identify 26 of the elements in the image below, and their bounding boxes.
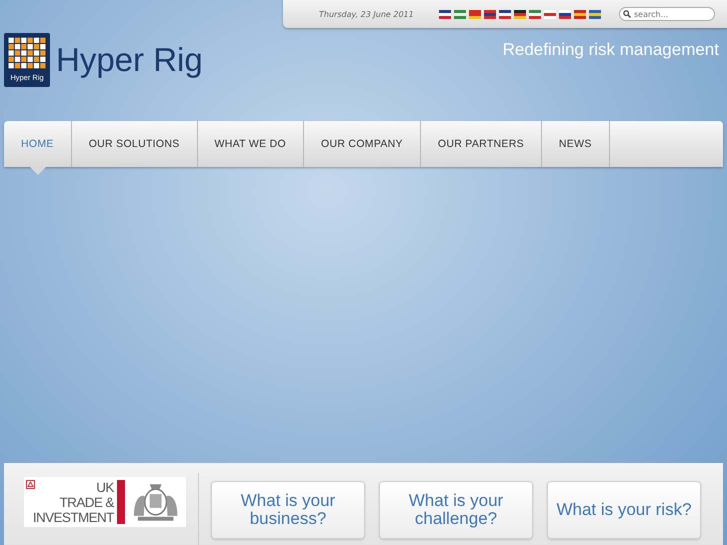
date-text: Thursday, 23 June 2011 — [319, 10, 415, 18]
flag-icon[interactable] — [439, 10, 451, 18]
question-card[interactable]: What is your business? — [211, 481, 365, 539]
nav-tab[interactable]: NEWS — [542, 121, 610, 167]
nav-tab[interactable]: OUR SOLUTIONS — [72, 121, 198, 167]
question-card[interactable]: What is your risk? — [547, 481, 701, 539]
pdf-icon — [26, 480, 35, 489]
tagline: Redefining risk management — [502, 40, 719, 60]
flag-icon[interactable] — [514, 10, 526, 18]
flag-icon[interactable] — [499, 10, 511, 18]
search-icon — [623, 10, 631, 18]
question-card[interactable]: What is your challenge? — [379, 481, 533, 539]
pointer-icon — [30, 167, 46, 175]
nav-tab[interactable]: OUR PARTNERS — [420, 121, 542, 167]
partner-logo[interactable]: UK TRADE & INVESTMENT — [24, 477, 186, 527]
partner-logo-text: INVESTMENT — [32, 510, 114, 524]
logo-pattern-icon — [8, 36, 46, 70]
partner-logo-text: TRADE & — [60, 494, 114, 510]
logo-text: Hyper Rig — [56, 41, 203, 79]
search-field[interactable]: search... — [619, 7, 715, 21]
flag-icon[interactable] — [559, 10, 571, 18]
flag-icon[interactable] — [484, 10, 496, 18]
nav-tab[interactable]: OUR COMPANY — [304, 121, 421, 167]
partner-logo-text: UK — [96, 480, 114, 494]
nav-tab[interactable]: WHAT WE DO — [198, 121, 304, 167]
accent-bar — [116, 480, 125, 524]
